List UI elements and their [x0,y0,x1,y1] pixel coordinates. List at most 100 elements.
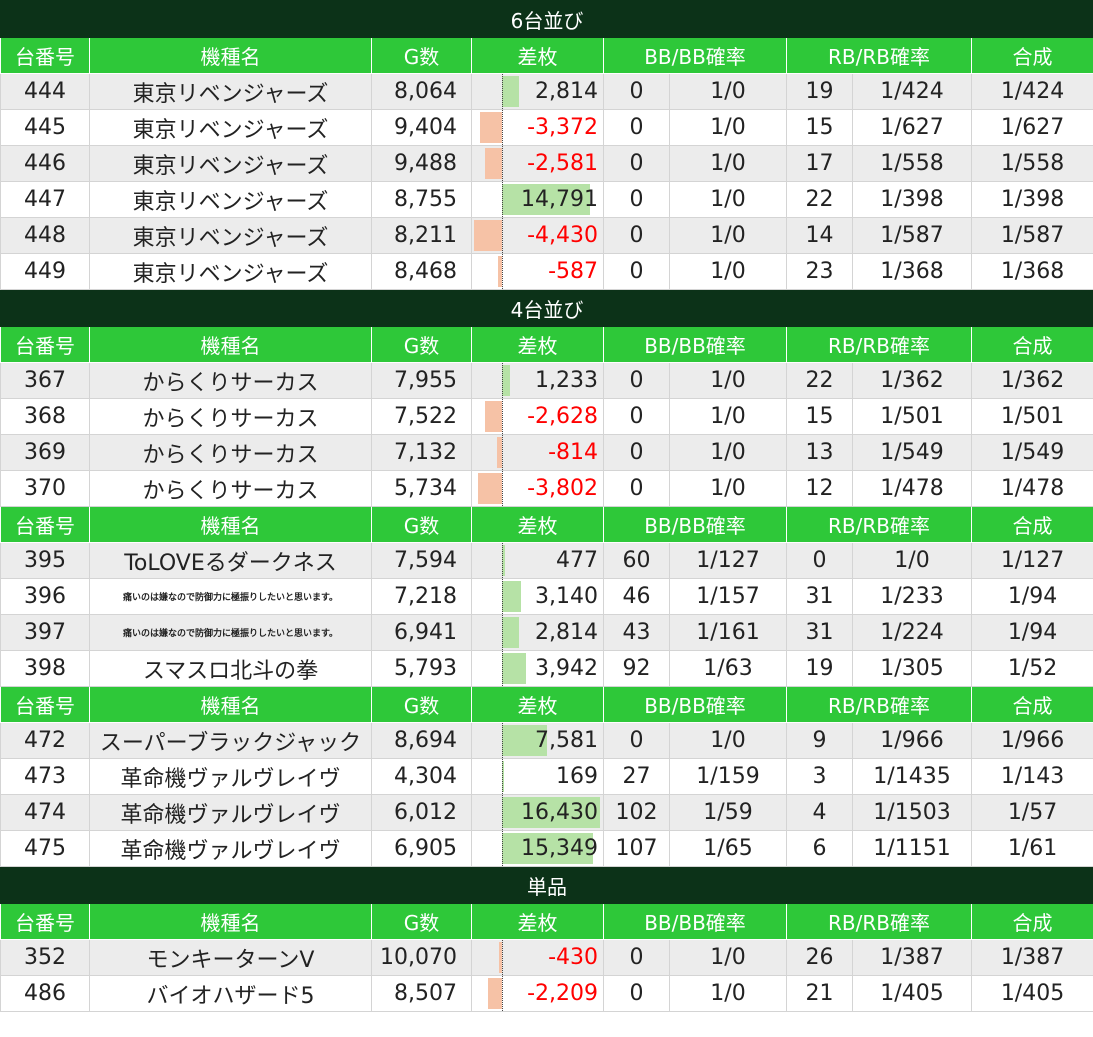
combined-probability: 1/549 [970,434,1093,471]
header-machine-name: 機種名 [89,37,372,74]
table-row: 367 からくりサーカス 7,955 1,233 0 1/0 22 1/362 1/362 [0,362,1093,399]
diff-cell: -430 [471,939,604,976]
machine-name: 革命機ヴァルヴレイヴ [89,758,372,795]
diff-value: 7,581 [535,728,598,753]
slot-data-sheet: 6台並び 台番号 機種名 G数 差枚 BB/BB確率 RB/RB確率 合成 444 東京リベンジャ… [0,0,1093,1012]
combined-probability: 1/387 [970,939,1093,976]
games-count: 8,755 [371,181,472,218]
header-combined: 合成 [970,903,1093,940]
header-diff: 差枚 [471,686,604,723]
diff-axis-line [502,471,503,506]
rb-count: 0 [786,542,853,579]
diff-axis-line [502,254,503,289]
rb-count: 19 [786,650,853,687]
games-count: 7,522 [371,398,472,435]
header-machine-no: 台番号 [0,326,90,363]
games-count: 7,132 [371,434,472,471]
diff-bar [478,473,502,504]
rb-count: 23 [786,253,853,290]
diff-axis-line [502,543,503,578]
rb-count: 6 [786,830,853,867]
diff-value: -2,628 [527,404,598,429]
header-games: G数 [371,903,472,940]
bb-probability: 1/161 [669,614,787,651]
machine-no: 475 [0,830,90,867]
bb-count: 102 [603,794,670,831]
bb-probability: 1/157 [669,578,787,615]
table-body: 6台並び 台番号 機種名 G数 差枚 BB/BB確率 RB/RB確率 合成 444 東京リベンジャ… [0,0,1093,1012]
table-row: 474 革命機ヴァルヴレイヴ 6,012 16,430 102 1/59 4 1/1503 1/… [0,794,1093,831]
games-count: 6,905 [371,830,472,867]
diff-value: -2,209 [527,981,598,1006]
diff-axis-line [502,723,503,758]
diff-bar [485,401,502,432]
rb-probability: 1/549 [852,434,972,471]
machine-name: 痛いのは嫌なので防御力に極振りしたいと思います。 [89,578,372,615]
machine-no: 396 [0,578,90,615]
machine-no: 474 [0,794,90,831]
section-title-row: 6台並び [0,0,1093,38]
diff-cell: 2,814 [471,614,604,651]
rb-probability: 1/558 [852,145,972,182]
diff-axis-line [502,651,503,686]
bb-count: 0 [603,362,670,399]
machine-name: 革命機ヴァルヴレイヴ [89,830,372,867]
header-games: G数 [371,326,472,363]
rb-probability: 1/478 [852,470,972,507]
header-bb: BB/BB確率 [603,326,787,363]
bb-count: 0 [603,434,670,471]
combined-probability: 1/405 [970,975,1093,1012]
combined-probability: 1/558 [970,145,1093,182]
table-row: 445 東京リベンジャーズ 9,404 -3,372 0 1/0 15 1/627 1/627 [0,109,1093,146]
rb-probability: 1/1503 [852,794,972,831]
rb-count: 4 [786,794,853,831]
machine-no: 369 [0,434,90,471]
rb-probability: 1/424 [852,73,972,110]
machine-no: 449 [0,253,90,290]
diff-value: 169 [556,764,598,789]
header-machine-name: 機種名 [89,506,372,543]
header-combined: 合成 [970,37,1093,74]
bb-probability: 1/59 [669,794,787,831]
bb-count: 0 [603,939,670,976]
table-row: 370 からくりサーカス 5,734 -3,802 0 1/0 12 1/478 1/478 [0,470,1093,507]
diff-axis-line [502,74,503,109]
machine-name: モンキーターンV [89,939,372,976]
header-games: G数 [371,37,472,74]
machine-no: 368 [0,398,90,435]
machine-name: からくりサーカス [89,362,372,399]
bb-count: 0 [603,145,670,182]
rb-count: 3 [786,758,853,795]
bb-count: 60 [603,542,670,579]
bb-count: 0 [603,470,670,507]
diff-value: 15,349 [521,836,598,861]
header-bb: BB/BB確率 [603,37,787,74]
table-row: 449 東京リベンジャーズ 8,468 -587 0 1/0 23 1/368 1/368 [0,253,1093,290]
games-count: 9,404 [371,109,472,146]
diff-value: -2,581 [527,151,598,176]
diff-value: 2,814 [535,620,598,645]
diff-cell: 7,581 [471,722,604,759]
bb-count: 0 [603,975,670,1012]
games-count: 5,793 [371,650,472,687]
diff-value: 3,140 [535,584,598,609]
diff-value: 3,942 [535,656,598,681]
rb-count: 12 [786,470,853,507]
header-diff: 差枚 [471,37,604,74]
bb-count: 0 [603,253,670,290]
machine-name: からくりサーカス [89,434,372,471]
bb-probability: 1/0 [669,109,787,146]
rb-probability: 1/587 [852,217,972,254]
diff-bar [488,978,502,1009]
machine-name: ToLOVEるダークネス [89,542,372,579]
header-row: 台番号 機種名 G数 差枚 BB/BB確率 RB/RB確率 合成 [0,903,1093,940]
diff-cell: 169 [471,758,604,795]
header-bb: BB/BB確率 [603,903,787,940]
diff-axis-line [502,182,503,217]
games-count: 7,218 [371,578,472,615]
header-rb: RB/RB確率 [786,37,972,74]
header-machine-name: 機種名 [89,903,372,940]
diff-value: -587 [548,259,598,284]
bb-count: 0 [603,181,670,218]
diff-bar [502,581,521,612]
